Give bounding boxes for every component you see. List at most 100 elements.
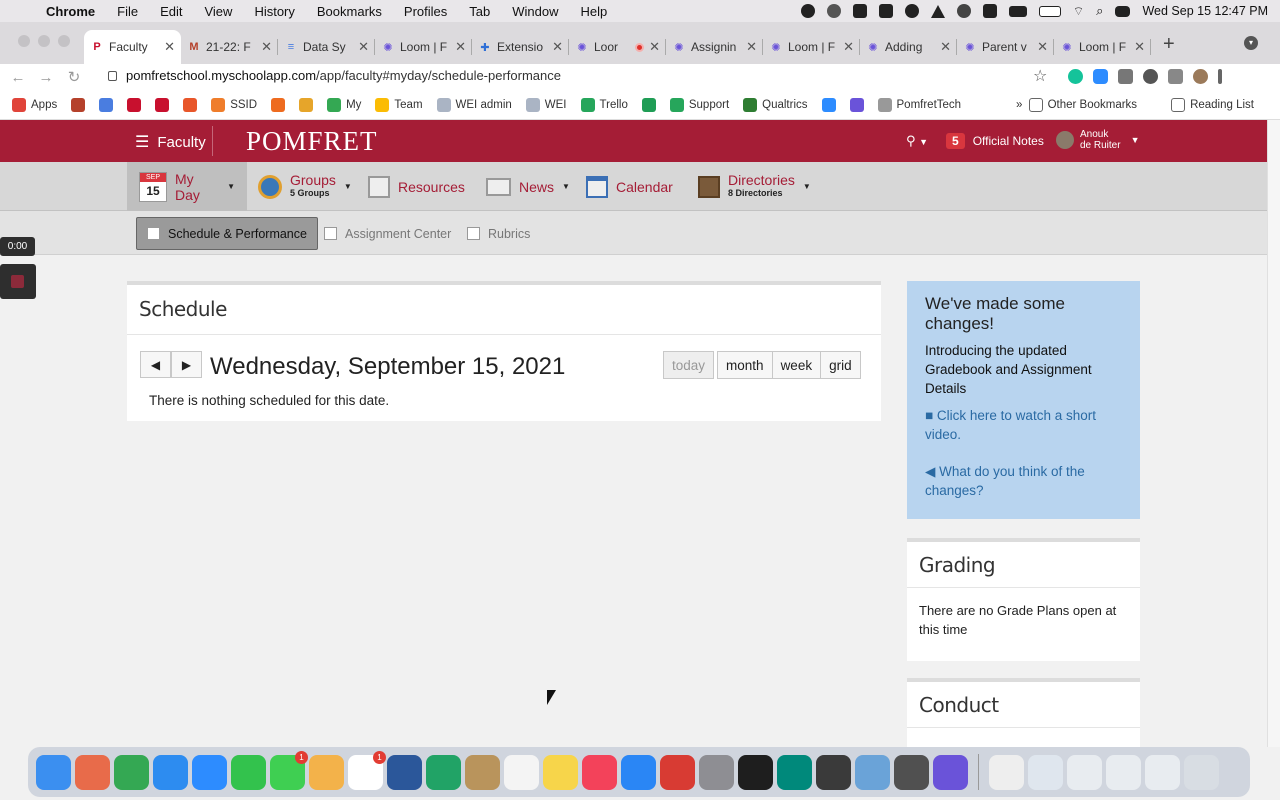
nav-news[interactable]: News ▼	[486, 162, 570, 211]
close-tab-icon[interactable]: ✕	[1037, 39, 1048, 55]
zoom-ext-icon[interactable]	[1093, 69, 1108, 84]
today-button[interactable]: today	[663, 351, 715, 379]
bookmark-18[interactable]	[849, 97, 864, 112]
tab-5[interactable]: ✺ Loor ✕	[569, 30, 666, 64]
tab-rubrics[interactable]: Rubrics	[457, 217, 540, 250]
back-icon[interactable]: ←	[4, 69, 32, 86]
puzzle-icon[interactable]	[1168, 69, 1183, 84]
one-password-icon[interactable]	[956, 4, 971, 18]
grid-view-button[interactable]: grid	[820, 351, 861, 379]
stop-recording-button[interactable]	[0, 264, 36, 299]
chrome-icon[interactable]	[114, 754, 149, 790]
bookmark-10[interactable]: Team	[375, 97, 423, 112]
page-scrollbar[interactable]	[1267, 120, 1280, 747]
tab-2[interactable]: ≡ Data Sy ✕	[278, 30, 375, 64]
meet-icon[interactable]	[777, 754, 812, 790]
window-4-icon[interactable]	[1145, 754, 1180, 790]
photos-icon[interactable]	[309, 754, 344, 790]
document-icon[interactable]	[989, 754, 1024, 790]
close-tab-icon[interactable]: ✕	[1134, 39, 1145, 55]
tab-1[interactable]: M 21-22: F ✕	[181, 30, 278, 64]
menu-history[interactable]: History	[254, 4, 294, 19]
preview-icon[interactable]	[855, 754, 890, 790]
tab-7[interactable]: ✺ Loom | F ✕	[763, 30, 860, 64]
bookmark-13[interactable]: Trello	[580, 97, 628, 112]
search-menu[interactable]: ⚲ ▼	[906, 133, 928, 149]
bookmark-15[interactable]: Support	[669, 97, 729, 112]
keyboard-icon[interactable]	[1008, 5, 1027, 17]
close-tab-icon[interactable]: ✕	[455, 39, 466, 55]
app-store-icon[interactable]	[621, 754, 656, 790]
menu-bookmarks[interactable]: Bookmarks	[317, 4, 382, 19]
next-day-button[interactable]: ▶	[171, 351, 202, 378]
close-tab-icon[interactable]: ✕	[261, 39, 272, 55]
minimize-window-button[interactable]	[38, 35, 50, 47]
forward-icon[interactable]: →	[32, 69, 60, 86]
gear-status-icon[interactable]	[800, 4, 815, 18]
bookmark-17[interactable]	[821, 97, 836, 112]
nav-directories[interactable]: Directories 8 Directories ▼	[698, 162, 811, 211]
trash-icon[interactable]	[1184, 754, 1219, 790]
close-tab-icon[interactable]: ✕	[649, 39, 660, 55]
bookmark-7[interactable]	[271, 97, 286, 112]
tab-search-icon[interactable]: ▾	[1244, 36, 1258, 50]
reload-icon[interactable]: ↻	[60, 68, 88, 86]
bookmark-4[interactable]	[155, 97, 170, 112]
terminal-icon[interactable]	[738, 754, 773, 790]
contacts-icon[interactable]	[465, 754, 500, 790]
lock-icon[interactable]	[108, 71, 117, 81]
bookmark-12[interactable]: WEI	[525, 97, 567, 112]
window-1-icon[interactable]	[1028, 754, 1063, 790]
watch-video-link[interactable]: ■ Click here to watch a short video.	[925, 406, 1122, 444]
notes-icon[interactable]	[543, 754, 578, 790]
close-tab-icon[interactable]: ✕	[358, 39, 369, 55]
feedback-link[interactable]: ◀ What do you think of the changes?	[925, 462, 1122, 500]
bookmark-19[interactable]: PomfretTech	[877, 97, 961, 112]
bookmark-9[interactable]: My	[327, 97, 361, 112]
quicktime-icon[interactable]	[816, 754, 851, 790]
menu-view[interactable]: View	[204, 4, 232, 19]
tab-9[interactable]: ✺ Parent v ✕	[957, 30, 1054, 64]
bookmark-1[interactable]	[71, 97, 86, 112]
other-bookmarks[interactable]: Other Bookmarks	[1028, 97, 1137, 112]
bookmark-11[interactable]: WEI admin	[436, 97, 512, 112]
safari-icon[interactable]	[153, 754, 188, 790]
new-tab-button[interactable]: +	[1151, 33, 1187, 64]
bookmark-star-icon[interactable]: ☆	[1033, 66, 1047, 86]
nav-groups[interactable]: Groups 5 Groups ▼	[258, 162, 352, 211]
profile-avatar[interactable]	[1193, 69, 1208, 84]
previous-day-button[interactable]: ◀	[140, 351, 171, 378]
tab-10[interactable]: ✺ Loom | F ✕	[1054, 30, 1151, 64]
window-2-icon[interactable]	[1067, 754, 1102, 790]
app-status-icon[interactable]	[904, 4, 919, 18]
menu-edit[interactable]: Edit	[160, 4, 182, 19]
week-view-button[interactable]: week	[771, 351, 822, 379]
drive-status-icon[interactable]	[930, 4, 945, 18]
close-window-button[interactable]	[18, 35, 30, 47]
tab-schedule-performance[interactable]: Schedule & Performance	[136, 217, 318, 250]
bookmark-16[interactable]: Qualtrics	[743, 97, 808, 112]
calendar-icon[interactable]: 1	[348, 750, 386, 790]
remote-desktop-icon[interactable]	[660, 754, 695, 790]
close-tab-icon[interactable]: ✕	[940, 39, 951, 55]
user-menu[interactable]: Anouk de Ruiter ▼	[1056, 129, 1140, 151]
bookmark-0[interactable]: Apps	[12, 97, 57, 112]
app-menu[interactable]: Chrome	[46, 4, 95, 19]
menu-tab[interactable]: Tab	[469, 4, 490, 19]
control-center-icon[interactable]	[1115, 5, 1131, 17]
chrome-menu-icon[interactable]	[1218, 69, 1222, 84]
window-3-icon[interactable]	[1106, 754, 1141, 790]
bookmark-14[interactable]	[641, 97, 656, 112]
settings-icon[interactable]	[699, 754, 734, 790]
close-tab-icon[interactable]: ✕	[843, 39, 854, 55]
shield-status-icon[interactable]	[852, 4, 867, 18]
faculty-menu[interactable]: ☰ Faculty	[135, 132, 206, 152]
tab-0[interactable]: P Faculty ✕	[84, 30, 181, 64]
tab-3[interactable]: ✺ Loom | F ✕	[375, 30, 472, 64]
grammarly-icon[interactable]	[1068, 69, 1083, 84]
ext-icon[interactable]	[1143, 69, 1158, 84]
bookmark-8[interactable]	[299, 97, 314, 112]
menu-window[interactable]: Window	[512, 4, 558, 19]
zoom-window-button[interactable]	[58, 35, 70, 47]
bookmarks-overflow-icon[interactable]: »	[1016, 99, 1022, 111]
